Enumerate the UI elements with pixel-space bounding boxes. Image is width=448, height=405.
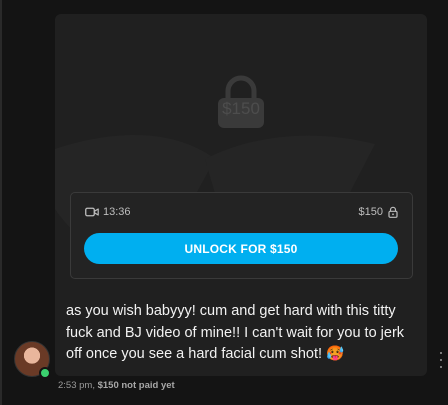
message-meta: 2:53 pm, $150 not paid yet xyxy=(58,380,175,391)
video-camera-icon xyxy=(85,207,99,217)
locked-preview: $150 xyxy=(212,74,270,130)
unlock-button[interactable]: UNLOCK FOR $150 xyxy=(84,233,398,264)
payment-status: $150 not paid yet xyxy=(97,380,175,391)
locked-price-label: $150 xyxy=(222,99,260,118)
unlock-panel: 13:36 $150 UNLOCK FOR $150 xyxy=(70,192,413,279)
duration-text: 13:36 xyxy=(103,206,131,218)
message-bubble: as you wish babyyy! cum and get hard wit… xyxy=(55,296,427,376)
video-duration: 13:36 xyxy=(85,206,131,218)
price-tag: $150 xyxy=(359,206,398,218)
more-options-icon[interactable] xyxy=(438,352,444,368)
online-status-dot xyxy=(39,367,51,379)
small-lock-icon xyxy=(388,206,398,218)
timestamp: 2:53 pm, xyxy=(58,380,95,391)
price-text: $150 xyxy=(358,206,383,218)
message-text: as you wish babyyy! cum and get hard wit… xyxy=(66,303,405,362)
left-divider xyxy=(0,0,2,405)
locked-media-card: $150 13:36 $150 UNLOCK FOR $150 xyxy=(55,14,427,296)
media-meta-row: 13:36 $150 xyxy=(85,205,398,223)
